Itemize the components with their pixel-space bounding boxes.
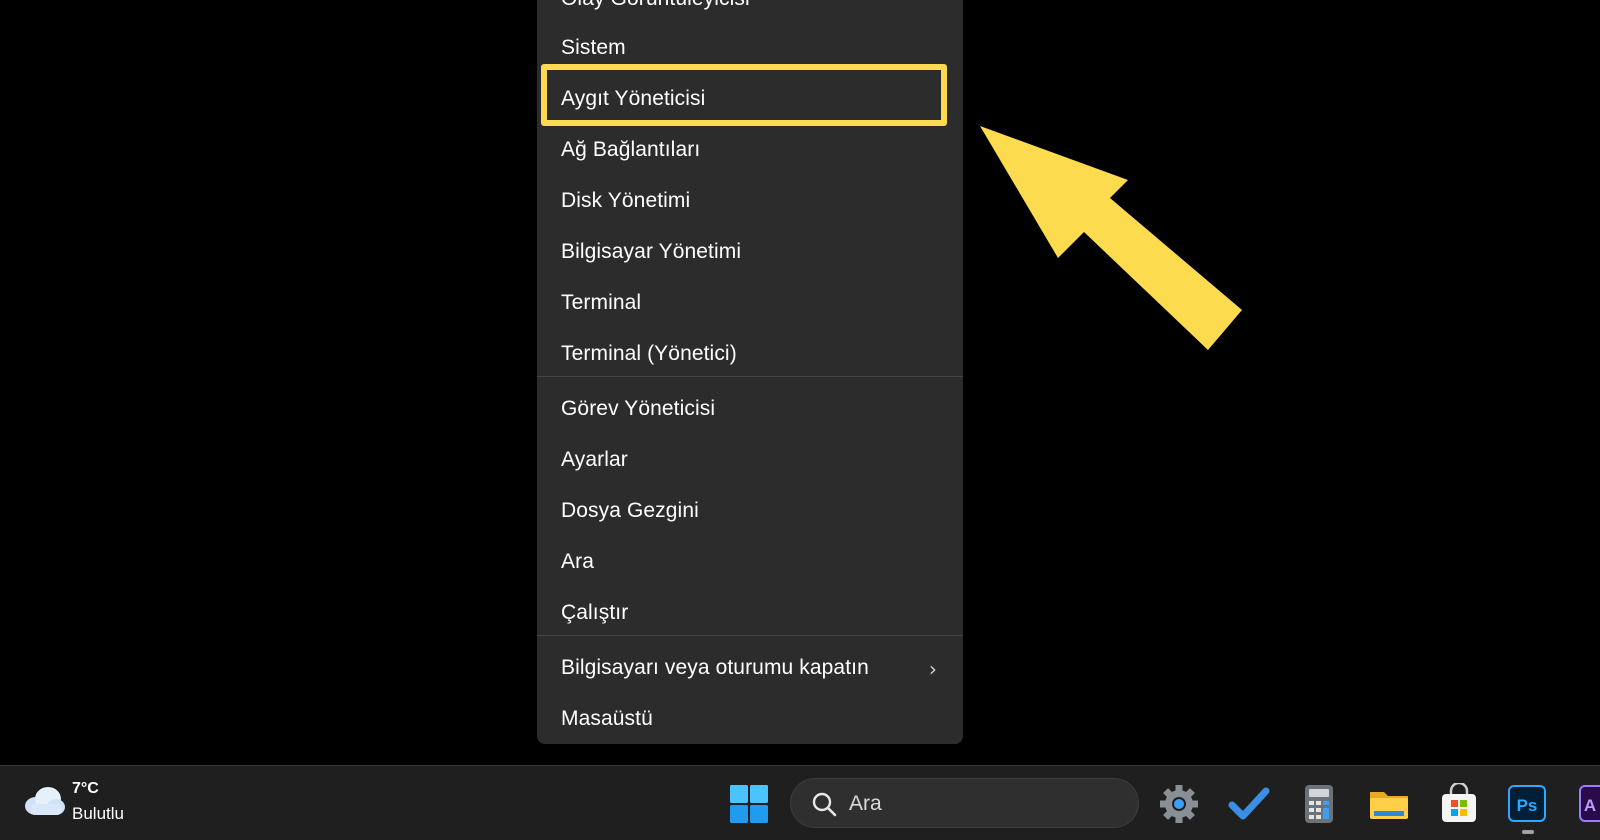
adobe-app-icon[interactable]: A <box>1578 783 1600 825</box>
menu-item-shutdown-signout[interactable]: Bilgisayarı veya oturumu kapatın › <box>537 643 963 693</box>
menu-item-computer-management[interactable]: Bilgisayar Yönetimi <box>537 227 963 277</box>
menu-item-label: Terminal (Yönetici) <box>561 342 737 365</box>
taskbar-search-box[interactable]: Ara <box>790 778 1139 828</box>
weather-widget[interactable]: 7°C Bulutlu <box>20 778 150 830</box>
menu-separator <box>537 376 963 377</box>
menu-item-label: Ağ Bağlantıları <box>561 138 701 161</box>
pointer-arrow-icon <box>980 126 1242 350</box>
menu-item-label: Dosya Gezgini <box>561 499 699 522</box>
taskbar: 7°C Bulutlu Ara Ps A <box>0 765 1600 840</box>
todo-check-icon[interactable] <box>1228 783 1270 825</box>
menu-item-task-manager[interactable]: Görev Yöneticisi <box>537 384 963 434</box>
weather-condition: Bulutlu <box>72 804 124 823</box>
search-icon <box>812 792 837 817</box>
menu-item-settings[interactable]: Ayarlar <box>537 435 963 485</box>
menu-item-desktop[interactable]: Masaüstü <box>537 694 963 744</box>
chevron-right-icon: › <box>928 657 937 681</box>
menu-item-run[interactable]: Çalıştır <box>537 588 963 638</box>
photoshop-icon[interactable]: Ps <box>1507 783 1549 825</box>
menu-item-label: Olay Görüntüleyicisi <box>561 0 750 11</box>
running-indicator <box>1522 830 1534 834</box>
settings-icon[interactable] <box>1158 783 1200 825</box>
menu-item-label: Ayarlar <box>561 448 628 471</box>
menu-item-label: Görev Yöneticisi <box>561 397 716 420</box>
menu-item-label: Ara <box>561 550 594 573</box>
menu-item-terminal[interactable]: Terminal <box>537 278 963 328</box>
menu-item-disk-management[interactable]: Disk Yönetimi <box>537 176 963 226</box>
search-placeholder: Ara <box>849 792 882 815</box>
highlight-box <box>541 64 947 126</box>
adobe-label: A <box>1584 796 1596 815</box>
calculator-icon[interactable] <box>1298 783 1340 825</box>
menu-item-label: Masaüstü <box>561 707 653 730</box>
cloud-icon <box>25 787 65 815</box>
menu-item-search[interactable]: Ara <box>537 537 963 587</box>
menu-item-label: Sistem <box>561 36 626 59</box>
photoshop-label: Ps <box>1517 796 1538 815</box>
menu-item-label: Terminal <box>561 291 642 314</box>
menu-separator <box>537 635 963 636</box>
microsoft-store-icon[interactable] <box>1438 783 1480 825</box>
windows-start-icon[interactable] <box>730 785 768 823</box>
weather-temperature: 7°C <box>72 780 99 797</box>
menu-item-label: Bilgisayar Yönetimi <box>561 240 742 263</box>
menu-item-terminal-admin[interactable]: Terminal (Yönetici) <box>537 329 963 379</box>
menu-item-event-viewer[interactable]: Olay Görüntüleyicisi <box>537 0 963 24</box>
menu-item-network-connections[interactable]: Ağ Bağlantıları <box>537 125 963 175</box>
menu-item-label: Bilgisayarı veya oturumu kapatın <box>561 656 869 679</box>
menu-item-label: Çalıştır <box>561 601 629 624</box>
menu-item-file-explorer[interactable]: Dosya Gezgini <box>537 486 963 536</box>
menu-item-label: Disk Yönetimi <box>561 189 691 212</box>
file-explorer-icon[interactable] <box>1368 783 1410 825</box>
